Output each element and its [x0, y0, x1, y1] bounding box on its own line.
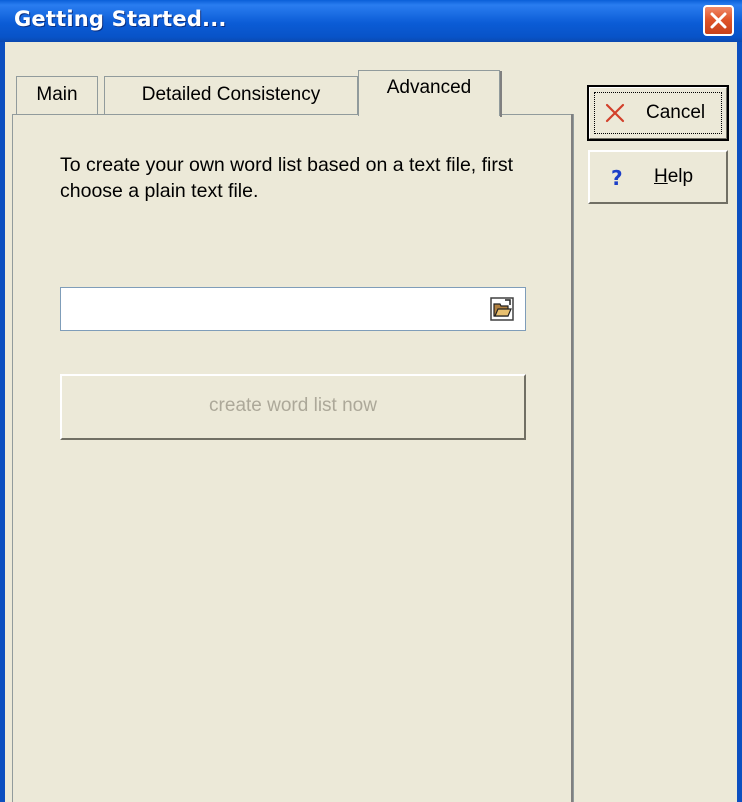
close-icon	[710, 12, 727, 29]
panel-divider	[571, 114, 573, 802]
cancel-x-icon	[605, 103, 625, 123]
create-word-list-label: create word list now	[209, 395, 377, 416]
tab-main[interactable]: Main	[16, 76, 98, 114]
tab-advanced[interactable]: Advanced	[358, 70, 502, 117]
help-button[interactable]: ? Help	[588, 150, 728, 204]
file-path-input[interactable]	[65, 294, 489, 326]
create-word-list-button[interactable]: create word list now	[60, 374, 526, 440]
folder-open-icon[interactable]	[490, 297, 514, 321]
instructions-text: To create your own word list based on a …	[60, 154, 514, 202]
close-button[interactable]	[703, 5, 734, 36]
title-bar: Getting Started...	[0, 0, 742, 42]
window-frame-left	[0, 42, 5, 802]
svg-text:?: ?	[611, 166, 623, 190]
cancel-label: Cancel	[646, 102, 706, 123]
question-mark-icon: ?	[611, 166, 623, 190]
tab-detailed-consistency-label: Detailed Consistency	[141, 84, 321, 105]
advanced-tab-panel	[12, 114, 574, 802]
window-title: Getting Started...	[14, 7, 227, 31]
file-path-field[interactable]	[60, 287, 526, 331]
help-label: Help	[654, 166, 694, 187]
tab-advanced-label: Advanced	[386, 77, 472, 98]
tab-detailed-consistency[interactable]: Detailed Consistency	[104, 76, 358, 114]
window-frame-right	[737, 42, 742, 802]
cancel-button[interactable]: Cancel	[587, 85, 729, 141]
tab-main-label: Main	[36, 84, 78, 105]
